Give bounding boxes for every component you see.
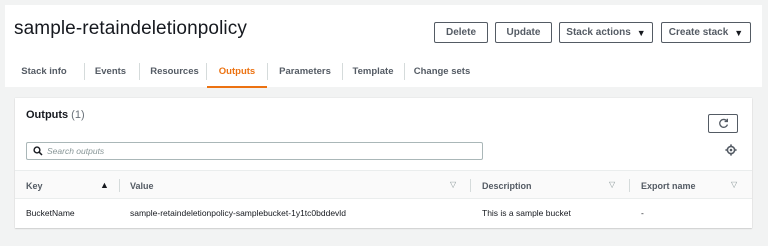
create-stack-button[interactable]: Create stack ▼ [661, 22, 751, 43]
column-header-description[interactable]: Description [482, 171, 532, 200]
search-outputs-field[interactable] [26, 142, 483, 160]
outputs-title: Outputs (1) [26, 109, 85, 121]
column-divider [629, 179, 630, 192]
sort-icon[interactable]: ▽ [450, 180, 456, 189]
tab-divider [139, 63, 140, 80]
tab-outputs[interactable]: Outputs [210, 55, 264, 87]
sort-icon[interactable]: ▽ [731, 180, 737, 189]
stack-title: sample-retaindeletionpolicy [14, 18, 247, 39]
tab-divider [404, 63, 405, 80]
stack-actions-label: Stack actions [566, 27, 631, 38]
settings-icon[interactable] [725, 144, 737, 156]
caret-down-icon: ▼ [636, 27, 646, 38]
create-stack-label: Create stack [668, 27, 729, 38]
search-outputs-input[interactable] [47, 144, 477, 158]
column-header-export-name[interactable]: Export name [641, 171, 696, 200]
column-header-value[interactable]: Value [130, 171, 154, 200]
delete-button-label: Delete [445, 27, 476, 38]
tab-events[interactable]: Events [89, 55, 132, 87]
delete-button[interactable]: Delete [434, 22, 488, 43]
search-icon [33, 146, 43, 156]
sort-ascending-icon[interactable]: ▲ [100, 180, 109, 190]
output-value: sample-retaindeletionpolicy-samplebucket… [130, 207, 346, 218]
column-divider [119, 179, 120, 192]
table-row: BucketName sample-retaindeletionpolicy-s… [15, 199, 752, 226]
tab-parameters[interactable]: Parameters [272, 55, 338, 87]
outputs-title-text: Outputs [26, 109, 69, 121]
stack-header: sample-retaindeletionpolicy Delete Updat… [5, 5, 762, 88]
stack-tabs: Stack info Events Resources Outputs Para… [14, 55, 754, 88]
stack-actions-button[interactable]: Stack actions ▼ [559, 22, 653, 43]
outputs-panel: Outputs(1) Key ▲ Value ▽ Description [15, 98, 752, 228]
column-header-key[interactable]: Key [26, 171, 43, 200]
tab-divider [267, 63, 268, 80]
outputs-count: (1) [71, 109, 85, 121]
tab-change-sets[interactable]: Change sets [409, 55, 475, 87]
tab-template[interactable]: Template [347, 55, 399, 87]
output-key: BucketName [26, 207, 75, 218]
update-button[interactable]: Update [495, 22, 552, 43]
sort-icon[interactable]: ▽ [609, 180, 615, 189]
active-tab-indicator [207, 86, 267, 88]
output-description: This is a sample bucket [482, 207, 571, 218]
tab-divider [84, 63, 85, 80]
refresh-icon [718, 118, 728, 128]
tab-divider [342, 63, 343, 80]
update-button-label: Update [506, 27, 541, 38]
tab-divider [206, 63, 207, 80]
column-divider [470, 179, 471, 192]
caret-down-icon: ▼ [734, 27, 744, 38]
outputs-table-header: Key ▲ Value ▽ Description ▽ Export name … [15, 170, 752, 199]
refresh-button[interactable] [708, 114, 738, 133]
tab-stack-info[interactable]: Stack info [14, 55, 74, 87]
output-export-name: - [641, 207, 644, 218]
tab-resources[interactable]: Resources [144, 55, 205, 87]
